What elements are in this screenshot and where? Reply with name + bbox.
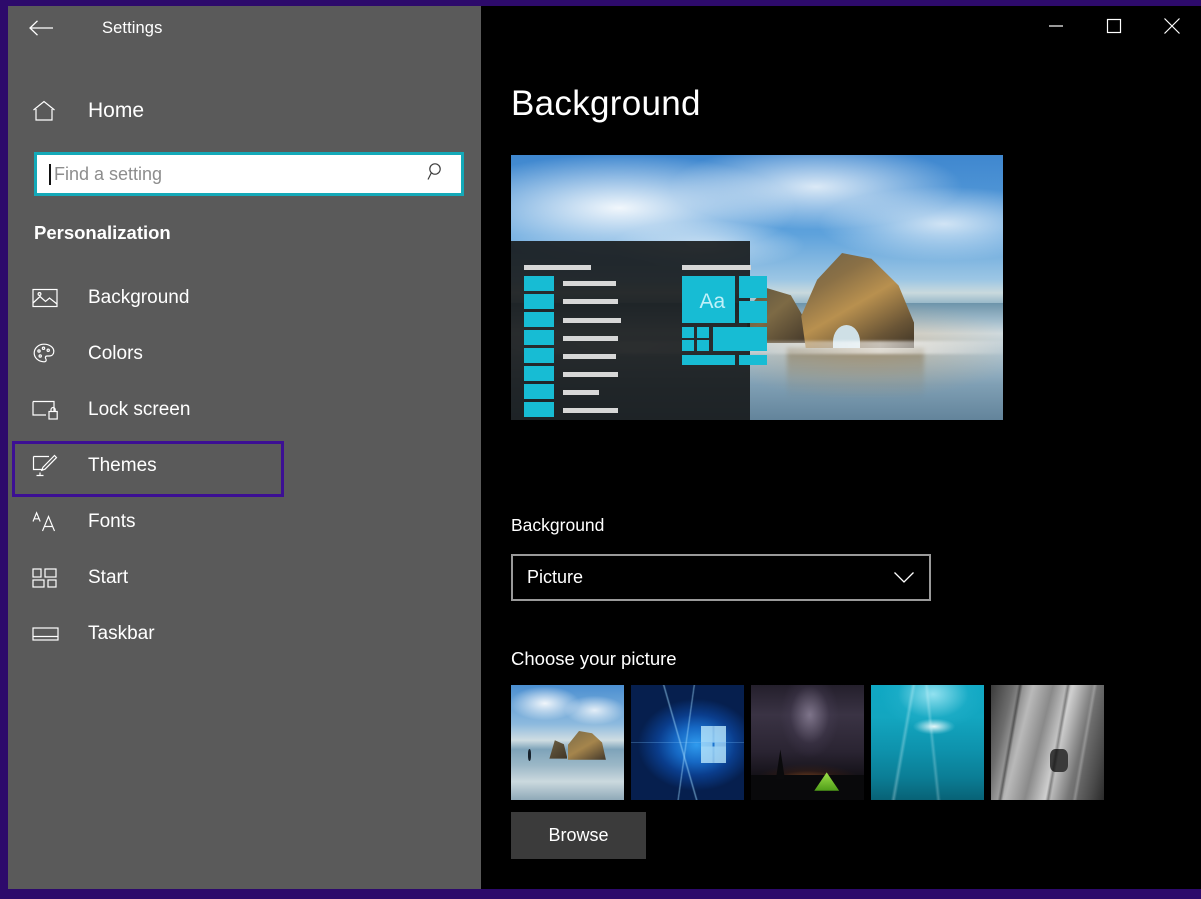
sidebar-item-fonts[interactable]: Fonts <box>8 494 481 550</box>
app-title: Settings <box>102 18 163 37</box>
preview-start-menu: Aa <box>511 241 768 420</box>
preview-app-square <box>524 348 554 364</box>
thumb-ground <box>751 774 864 800</box>
preview-app-square <box>524 384 554 400</box>
maximize-icon[interactable] <box>1085 6 1143 46</box>
preview-app-square <box>524 293 554 309</box>
preview-app-square <box>524 366 554 382</box>
search-icon[interactable] <box>427 162 447 187</box>
screen: Settings Home Find a setting Personaliza… <box>0 0 1201 899</box>
sidebar-item-label: Lock screen <box>88 399 191 420</box>
preview-tile-wide <box>681 354 736 365</box>
preview-app-label <box>563 317 621 323</box>
sidebar-nav: Background Colors Lock screen Themes Fon… <box>8 270 481 662</box>
picture-icon <box>32 282 66 314</box>
sidebar-item-label: Colors <box>88 343 143 364</box>
page-title: Background <box>511 84 701 123</box>
preview-app-square <box>524 276 554 292</box>
search-input[interactable]: Find a setting <box>34 152 464 196</box>
window-controls <box>1027 6 1201 46</box>
thumb-rock-arch <box>567 731 606 760</box>
thumb-rock-small <box>549 740 568 759</box>
sidebar-item-label: Themes <box>88 455 157 476</box>
background-setting-label: Background <box>511 515 605 535</box>
preview-tile-small <box>738 354 768 365</box>
preview-app-label <box>563 335 619 341</box>
preview-reflection <box>786 348 925 402</box>
desktop-preview: Aa <box>511 155 1003 420</box>
palette-icon <box>32 338 66 370</box>
sidebar-item-background[interactable]: Background <box>8 270 481 326</box>
preview-app-square <box>524 311 554 327</box>
sidebar-section-title: Personalization <box>34 222 171 243</box>
sidebar-item-label: Background <box>88 287 190 308</box>
sidebar-titlebar: Settings <box>8 6 481 50</box>
thumbnail-windows-hero-blue[interactable] <box>631 685 744 800</box>
sidebar-item-home[interactable]: Home <box>8 88 481 134</box>
preview-tile-mini <box>696 326 709 338</box>
sidebar-item-label: Start <box>88 567 129 588</box>
sidebar-item-home-label: Home <box>88 99 145 122</box>
background-type-value: Picture <box>527 567 584 587</box>
sidebar-item-themes[interactable]: Themes <box>8 438 481 497</box>
thumbnail-underwater-swimmer[interactable] <box>871 685 984 800</box>
search-placeholder: Find a setting <box>54 163 163 184</box>
preview-tile-small <box>738 276 768 299</box>
thumbnail-night-sky-tent[interactable] <box>751 685 864 800</box>
thumbnail-beach-rock-arch[interactable] <box>511 685 624 800</box>
sidebar-item-colors[interactable]: Colors <box>8 326 481 382</box>
settings-window: Settings Home Find a setting Personaliza… <box>8 6 1201 889</box>
preview-list-header <box>524 265 591 271</box>
thumbnail-rock-climber-bw[interactable] <box>991 685 1104 800</box>
preview-tile-mini <box>681 340 694 352</box>
start-tiles-icon <box>32 562 66 594</box>
thumb-runner-figure <box>527 749 532 761</box>
picture-thumbnail-list <box>511 685 1104 800</box>
settings-sidebar: Settings Home Find a setting Personaliza… <box>8 6 481 889</box>
preview-app-label <box>563 353 616 359</box>
preview-app-square <box>524 402 554 418</box>
preview-app-label <box>563 407 619 413</box>
sidebar-item-lock-screen[interactable]: Lock screen <box>8 382 481 438</box>
choose-picture-label: Choose your picture <box>511 648 677 669</box>
preview-app-label <box>563 389 600 395</box>
preview-app-label <box>563 299 619 305</box>
thumb-tree <box>775 749 785 780</box>
sidebar-item-label: Taskbar <box>88 623 155 644</box>
preview-tile-mini <box>681 326 694 338</box>
close-icon[interactable] <box>1143 6 1201 46</box>
preview-tile-mini <box>696 340 709 352</box>
preview-app-square <box>524 330 554 346</box>
text-caret <box>49 163 51 185</box>
taskbar-icon <box>32 618 66 650</box>
thumb-climber-figure <box>1049 749 1068 773</box>
home-icon <box>32 96 66 126</box>
themes-brush-icon <box>32 450 66 482</box>
sidebar-item-taskbar[interactable]: Taskbar <box>8 606 481 662</box>
chevron-down-icon <box>893 571 915 584</box>
preview-tile-aa-label: Aa <box>699 290 726 314</box>
preview-tile-group-header <box>681 265 751 271</box>
preview-app-label <box>563 371 619 377</box>
sidebar-item-label: Fonts <box>88 511 136 532</box>
minimize-icon[interactable] <box>1027 6 1085 46</box>
preview-app-label <box>563 281 616 287</box>
thumb-windows-logo <box>701 726 726 764</box>
lock-screen-icon <box>32 394 66 426</box>
fonts-aa-icon <box>32 506 66 538</box>
sidebar-item-start[interactable]: Start <box>8 550 481 606</box>
preview-tile-small <box>738 301 768 324</box>
back-arrow-icon[interactable] <box>22 13 60 43</box>
preview-tile-wide <box>712 326 768 352</box>
browse-button[interactable]: Browse <box>511 812 646 859</box>
background-type-dropdown[interactable]: Picture <box>511 554 931 601</box>
thumb-swimmer <box>909 717 960 736</box>
settings-content: Background Aa Background Picture Choose … <box>481 6 1201 889</box>
